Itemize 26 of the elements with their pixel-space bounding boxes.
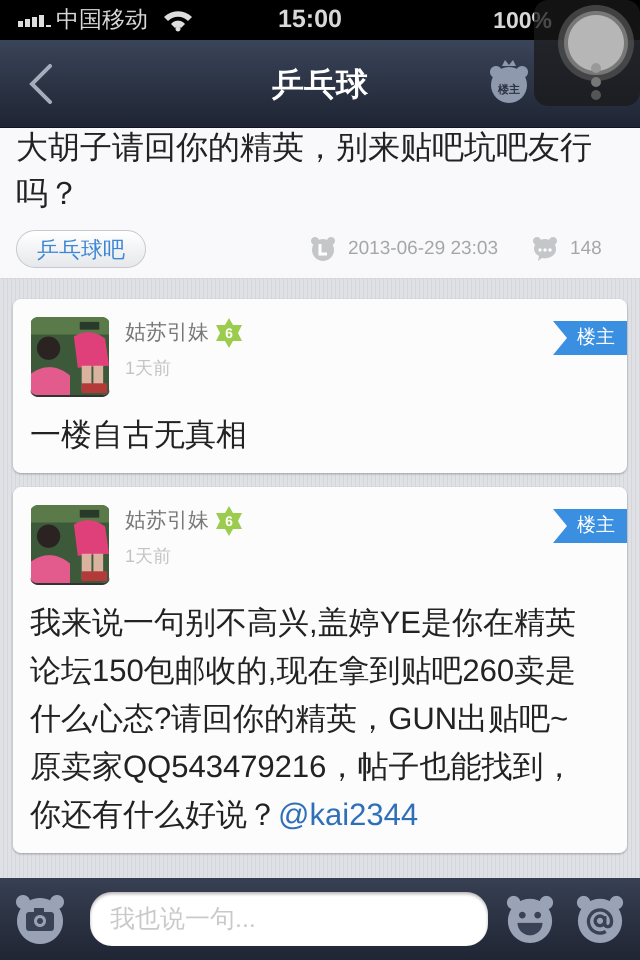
camera-icon[interactable] xyxy=(14,893,66,945)
author-name[interactable]: 姑苏引妹 xyxy=(125,505,209,537)
page-title: 乒乓球 xyxy=(272,64,368,104)
forum-tag-button[interactable]: 乒乓球吧 xyxy=(16,230,146,268)
level-badge: 6 xyxy=(213,505,245,537)
post-text: 我来说一句别不高兴,盖婷YE是你在精英论坛150包邮收的,现在拿到贴吧260卖是什么心态?请回你的精英，GUN出贴吧~原卖家QQ543479216，帖子也能找到，你还有什么好说？@kai2344 xyxy=(30,604,578,834)
post-text: 一楼自古无真相 xyxy=(30,416,248,454)
clock-time: 15:00 xyxy=(278,4,342,36)
owner-tag: 楼主 xyxy=(553,321,627,355)
carrier-name: 中国移动 xyxy=(56,6,148,35)
mention-link[interactable]: @kai2344 xyxy=(278,797,418,832)
owner-tag: 楼主 xyxy=(553,509,627,543)
emoji-icon[interactable] xyxy=(505,894,555,944)
post-time: 2013-06-29 23:03 xyxy=(348,236,498,261)
post-age: 1天前 xyxy=(125,545,172,568)
thread-title: 大胡子请回你的精英，别来贴吧坑吧友行吗？ xyxy=(16,128,593,213)
mention-icon[interactable] xyxy=(575,894,625,944)
signal-icon xyxy=(18,13,54,27)
battery-percent: 100% xyxy=(493,6,552,35)
reply-count: 148 xyxy=(570,236,602,261)
comment-icon xyxy=(532,236,558,262)
clock-icon xyxy=(310,236,336,262)
post-age: 1天前 xyxy=(125,357,172,380)
author-name[interactable]: 姑苏引妹 xyxy=(125,317,209,349)
back-icon[interactable] xyxy=(28,62,54,104)
level-badge: 6 xyxy=(213,317,245,349)
